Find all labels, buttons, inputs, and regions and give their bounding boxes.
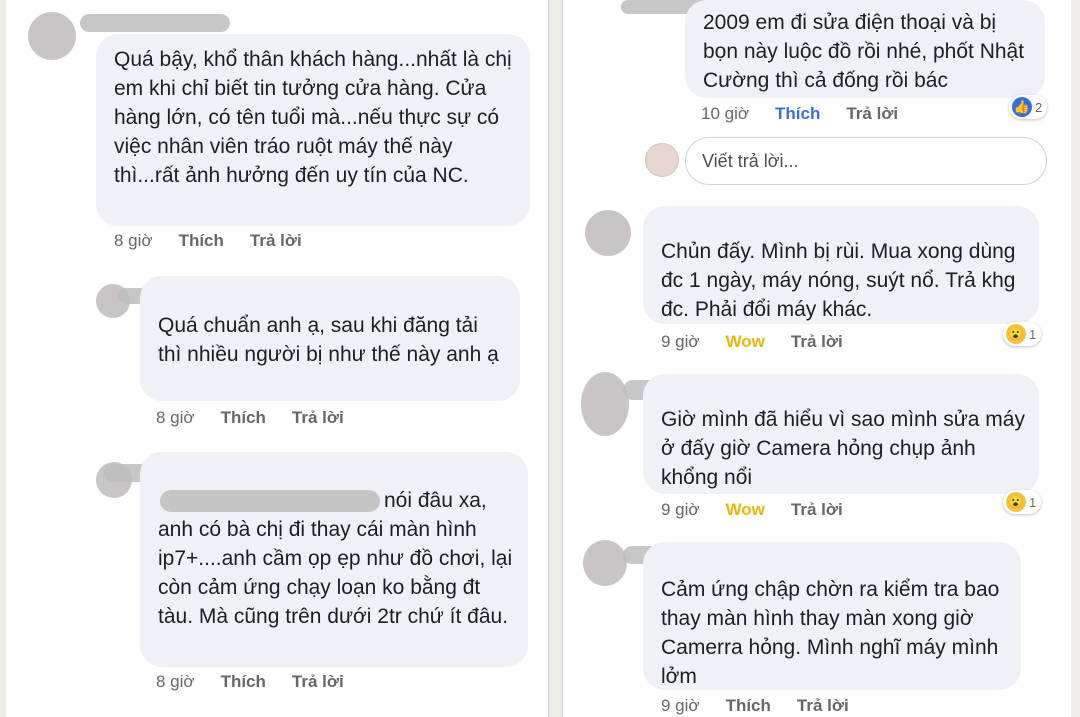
comment-bubble: 2009 em đi sửa điện thoại và bị bọn này … bbox=[685, 0, 1045, 98]
wow-button[interactable]: Wow bbox=[726, 332, 765, 352]
comment-bubble: Quá chuẩn anh ạ, sau khi đăng tải thì nh… bbox=[140, 276, 520, 401]
comment-text: anh có bà chị đi thay cái màn hình ip7+.… bbox=[158, 518, 513, 628]
reply-input[interactable]: Viết trả lời... bbox=[685, 137, 1047, 185]
like-button[interactable]: Thích bbox=[221, 408, 266, 428]
reaction-count[interactable]: 😮 1 bbox=[1003, 322, 1042, 346]
comment-time[interactable]: 9 giờ bbox=[661, 332, 700, 352]
wow-button[interactable]: Wow bbox=[726, 500, 765, 520]
like-button[interactable]: Thích bbox=[775, 104, 820, 124]
comment-text: 2009 em đi sửa điện thoại và bị bọn này … bbox=[703, 11, 1025, 92]
avatar[interactable] bbox=[585, 210, 631, 256]
reply-button[interactable]: Trả lời bbox=[292, 408, 344, 428]
reaction-number: 2 bbox=[1035, 99, 1043, 115]
wow-icon: 😮 bbox=[1006, 324, 1026, 344]
like-icon: 👍 bbox=[1012, 97, 1032, 117]
right-screenshot-panel: 2009 em đi sửa điện thoại và bị bọn này … bbox=[562, 0, 1071, 717]
redacted-name bbox=[80, 14, 230, 32]
avatar[interactable] bbox=[581, 372, 629, 436]
comment-text: Quá chuẩn anh ạ, sau khi đăng tải thì nh… bbox=[158, 314, 499, 366]
reply-button[interactable]: Trả lời bbox=[250, 231, 302, 251]
comment-bubble: Quá bậy, khổ thân khách hàng...nhất là c… bbox=[96, 34, 530, 226]
comment-bubble: Giờ mình đã hiểu vì sao mình sửa máy ở đ… bbox=[643, 374, 1039, 494]
avatar[interactable] bbox=[583, 540, 627, 586]
like-button[interactable]: Thích bbox=[726, 696, 771, 716]
current-user-avatar bbox=[645, 143, 679, 177]
left-screenshot-panel: Quá bậy, khổ thân khách hàng...nhất là c… bbox=[6, 0, 549, 717]
comment-actions: 8 giờ Thích Trả lời bbox=[156, 672, 344, 692]
comment-text: Giờ mình đã hiểu vì sao mình sửa máy ở đ… bbox=[661, 408, 1025, 489]
comment-time[interactable]: 8 giờ bbox=[156, 672, 195, 692]
comment-bubble: nói đâu xa, anh có bà chị đi thay cái mà… bbox=[140, 452, 528, 667]
reaction-count[interactable]: 👍 2 bbox=[1009, 95, 1048, 119]
comment-text: Quá bậy, khổ thân khách hàng...nhất là c… bbox=[114, 48, 512, 187]
panel-divider bbox=[549, 0, 562, 717]
reply-button[interactable]: Trả lời bbox=[791, 332, 843, 352]
reply-button[interactable]: Trả lời bbox=[846, 104, 898, 124]
comment-text: Cảm ứng chập chờn ra kiểm tra bao thay m… bbox=[661, 578, 1000, 688]
comment-actions: 9 giờ Thích Trả lời bbox=[661, 696, 849, 716]
reaction-number: 1 bbox=[1029, 326, 1037, 342]
like-button[interactable]: Thích bbox=[179, 231, 224, 251]
comment-actions: 8 giờ Thích Trả lời bbox=[156, 408, 344, 428]
comment-text-partial: nói đâu xa, bbox=[384, 489, 487, 512]
comment-time[interactable]: 10 giờ bbox=[701, 104, 749, 124]
comment-bubble: Chủn đấy. Mình bị rùi. Mua xong dùng đc … bbox=[643, 206, 1039, 324]
comment-time[interactable]: 9 giờ bbox=[661, 500, 700, 520]
avatar[interactable] bbox=[28, 12, 76, 60]
comment-time[interactable]: 9 giờ bbox=[661, 696, 700, 716]
comment-time[interactable]: 8 giờ bbox=[156, 408, 195, 428]
comment-actions: 8 giờ Thích Trả lời bbox=[114, 231, 302, 251]
comment-time[interactable]: 8 giờ bbox=[114, 231, 153, 251]
comment-actions: 9 giờ Wow Trả lời bbox=[661, 332, 843, 352]
comment-actions: 9 giờ Wow Trả lời bbox=[661, 500, 843, 520]
comment-actions: 10 giờ Thích Trả lời bbox=[701, 104, 898, 124]
reaction-number: 1 bbox=[1029, 494, 1037, 510]
reply-button[interactable]: Trả lời bbox=[791, 500, 843, 520]
like-button[interactable]: Thích bbox=[221, 672, 266, 692]
reply-button[interactable]: Trả lời bbox=[797, 696, 849, 716]
comment-text: Chủn đấy. Mình bị rùi. Mua xong dùng đc … bbox=[661, 240, 1016, 321]
comment-bubble: Cảm ứng chập chờn ra kiểm tra bao thay m… bbox=[643, 542, 1021, 690]
redacted-text bbox=[160, 490, 380, 512]
wow-icon: 😮 bbox=[1006, 492, 1026, 512]
reply-button[interactable]: Trả lời bbox=[292, 672, 344, 692]
reaction-count[interactable]: 😮 1 bbox=[1003, 490, 1042, 514]
